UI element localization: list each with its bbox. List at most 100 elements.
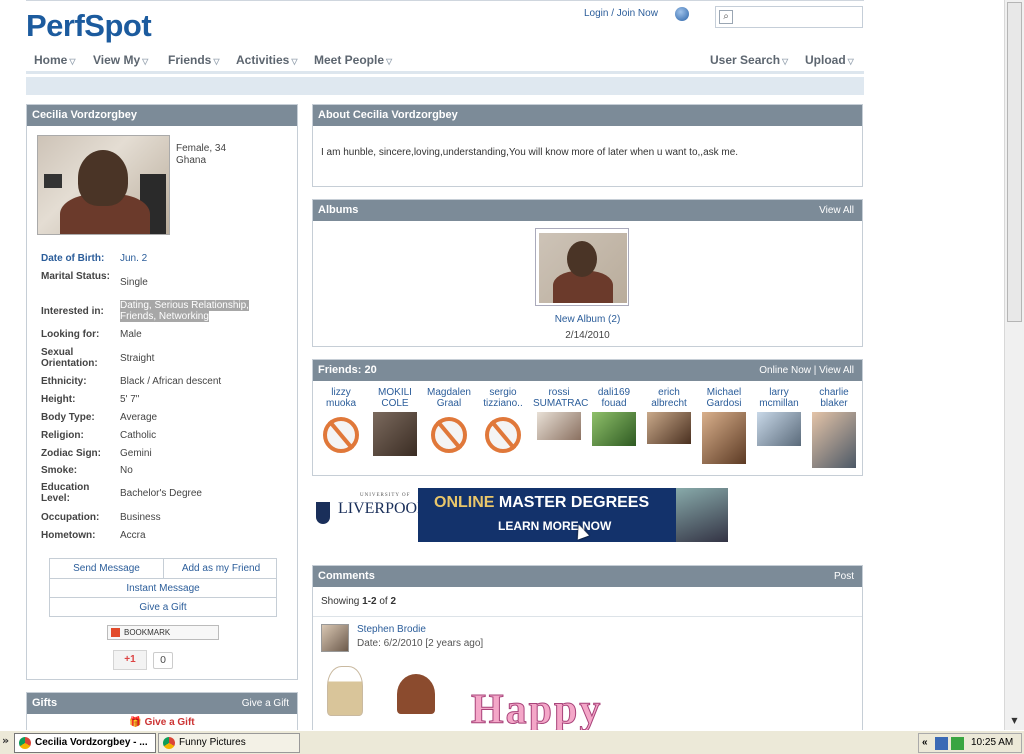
friend-name: albrecht xyxy=(651,398,687,409)
friend-name: larry xyxy=(769,387,789,398)
nav-activities[interactable]: Activities ▽ xyxy=(236,53,298,67)
nav-home[interactable]: Home ▽ xyxy=(34,53,76,67)
give-gift-main-label: Give a Gift xyxy=(144,717,195,728)
field-label: Ethnicity: xyxy=(41,376,87,387)
comments-post-link[interactable]: Post xyxy=(834,566,854,587)
comments-header: Comments Post xyxy=(313,566,862,587)
bookmark-button[interactable]: BOOKMARK xyxy=(107,625,219,640)
give-gift-link[interactable]: Give a Gift xyxy=(50,597,276,616)
commenter-name[interactable]: Stephen Brodie xyxy=(357,624,426,635)
gifts-panel: Gifts Give a Gift 🎁 Give a Gift xyxy=(26,692,298,730)
friend-item[interactable]: charlie blaker xyxy=(808,387,860,468)
gender-age: Female, 34 xyxy=(176,143,227,154)
liverpool-ad[interactable]: UNIVERSITY OF LIVERPOOL ONLINE MASTER DE… xyxy=(312,488,732,542)
taskbar-task-profile[interactable]: Cecilia Vordzorgbey - ... xyxy=(14,733,156,753)
friend-item[interactable]: larry mcmillan xyxy=(753,387,805,446)
friend-item[interactable]: Michael Gardosi xyxy=(698,387,750,464)
globe-icon[interactable] xyxy=(675,7,689,21)
friend-item[interactable]: lizzy muoka xyxy=(315,387,367,467)
search-icon[interactable]: ⌕ xyxy=(719,10,733,24)
friend-item[interactable]: Magdalen Graal xyxy=(423,387,475,467)
nav-meet-people-label: Meet People xyxy=(314,53,385,67)
album-title-link[interactable]: New Album (2) xyxy=(313,314,862,325)
gifts-title: Gifts xyxy=(32,697,58,709)
give-gift-main-link[interactable]: 🎁 Give a Gift xyxy=(27,717,297,728)
album-thumbnail[interactable] xyxy=(535,228,629,306)
update-icon[interactable] xyxy=(951,737,964,750)
friend-name: COLE xyxy=(381,398,409,409)
album-date: 2/14/2010 xyxy=(565,330,610,341)
nav-meet-people[interactable]: Meet People ▽ xyxy=(314,53,392,67)
actions-row: Send Message Add as my Friend xyxy=(50,559,276,578)
google-plus-button[interactable]: +1 xyxy=(113,650,147,670)
photo-detail xyxy=(44,174,62,188)
nav-view-my[interactable]: View My ▽ xyxy=(93,53,148,67)
friend-name: Michael xyxy=(706,387,742,398)
university-logo: UNIVERSITY OF LIVERPOOL xyxy=(338,493,427,518)
search-input[interactable] xyxy=(736,9,860,25)
friend-photo xyxy=(647,412,691,444)
friend-item[interactable]: MOKILI COLE xyxy=(369,387,421,456)
friend-photo xyxy=(702,412,746,464)
vertical-scrollbar[interactable]: ▼ xyxy=(1004,0,1024,730)
field-value: Catholic xyxy=(120,430,157,441)
send-message-link[interactable]: Send Message xyxy=(50,559,164,578)
taskbar-task-funny[interactable]: Funny Pictures (i_funnypi... xyxy=(158,733,300,753)
about-panel: About Cecilia Vordzorgbey I am hunble, s… xyxy=(312,104,863,187)
about-title: About Cecilia Vordzorgbey xyxy=(318,109,458,121)
bookmark-label: BOOKMARK xyxy=(124,628,171,637)
friend-item[interactable]: dali169 fouad xyxy=(588,387,640,446)
tray-expand-icon[interactable]: « xyxy=(922,734,928,752)
field-value[interactable]: Jun. 2 xyxy=(120,253,286,264)
friend-name: blaker xyxy=(820,398,848,409)
friend-item[interactable]: erich albrecht xyxy=(643,387,695,444)
albums-header: Albums View All xyxy=(313,200,862,221)
scroll-down-icon[interactable]: ▼ xyxy=(1007,714,1022,728)
nav-activities-label: Activities xyxy=(236,53,290,67)
commenter-avatar[interactable] xyxy=(321,624,349,652)
comments-title: Comments xyxy=(318,570,375,582)
taskbar: » Cecilia Vordzorgbey - ... Funny Pictur… xyxy=(0,730,1024,754)
search-box[interactable]: ⌕ xyxy=(715,6,863,28)
field-label: Interested in: xyxy=(41,306,104,317)
network-icon[interactable] xyxy=(935,737,948,750)
profile-panel: Cecilia Vordzorgbey Female, 34 Ghana Dat… xyxy=(26,104,298,680)
chevron-down-icon: ▽ xyxy=(847,57,854,66)
gifts-header: Gifts Give a Gift xyxy=(27,693,297,714)
friend-item[interactable]: rossi SUMATRAC xyxy=(533,387,588,440)
add-friend-link[interactable]: Add as my Friend xyxy=(164,559,278,578)
album-photo xyxy=(539,233,627,303)
taskbar-expand-icon[interactable]: » xyxy=(2,734,9,747)
friends-online-now[interactable]: Online Now xyxy=(759,365,811,376)
ad-banner[interactable]: ONLINE MASTER DEGREES LEARN MORE NOW xyxy=(418,488,728,542)
perfspot-logo[interactable]: PerfSpot xyxy=(26,8,152,44)
comments-count: Showing 1-2 of 2 xyxy=(321,596,396,607)
nav-friends[interactable]: Friends ▽ xyxy=(168,53,220,67)
profile-photo[interactable] xyxy=(37,135,170,235)
friend-photo xyxy=(592,412,636,446)
friend-no-photo xyxy=(322,417,360,467)
friends-panel: Friends: 20 Online Now | View All lizzy m… xyxy=(312,359,863,476)
nav-home-label: Home xyxy=(34,53,68,67)
field-value: Single xyxy=(120,277,148,288)
friend-item[interactable]: sergio tizziano.. xyxy=(477,387,529,467)
field-label: Smoke: xyxy=(41,465,78,476)
nav-upload[interactable]: Upload ▽ xyxy=(805,53,854,67)
clock[interactable]: 10:25 AM xyxy=(971,734,1013,752)
university-small-text: UNIVERSITY OF xyxy=(360,493,411,498)
field-label: Marital Status: xyxy=(41,271,110,282)
instant-message-link[interactable]: Instant Message xyxy=(50,578,276,597)
login-join-link[interactable]: Login / Join Now xyxy=(584,8,658,19)
albums-view-all[interactable]: View All xyxy=(819,200,854,221)
gifts-give-link[interactable]: Give a Gift xyxy=(242,693,289,714)
university-shield-icon xyxy=(316,502,330,524)
friends-view-all[interactable]: View All xyxy=(819,365,854,376)
scrollbar-thumb[interactable] xyxy=(1007,2,1022,322)
field-label: Hometown: xyxy=(41,530,96,541)
chevron-down-icon: ▽ xyxy=(142,57,149,66)
nav-user-search[interactable]: User Search ▽ xyxy=(710,53,788,67)
nav-friends-label: Friends xyxy=(168,53,212,67)
no-photo-icon xyxy=(323,417,359,453)
field-label: Date of Birth: xyxy=(41,253,105,264)
ad-cta[interactable]: LEARN MORE NOW xyxy=(498,519,611,533)
